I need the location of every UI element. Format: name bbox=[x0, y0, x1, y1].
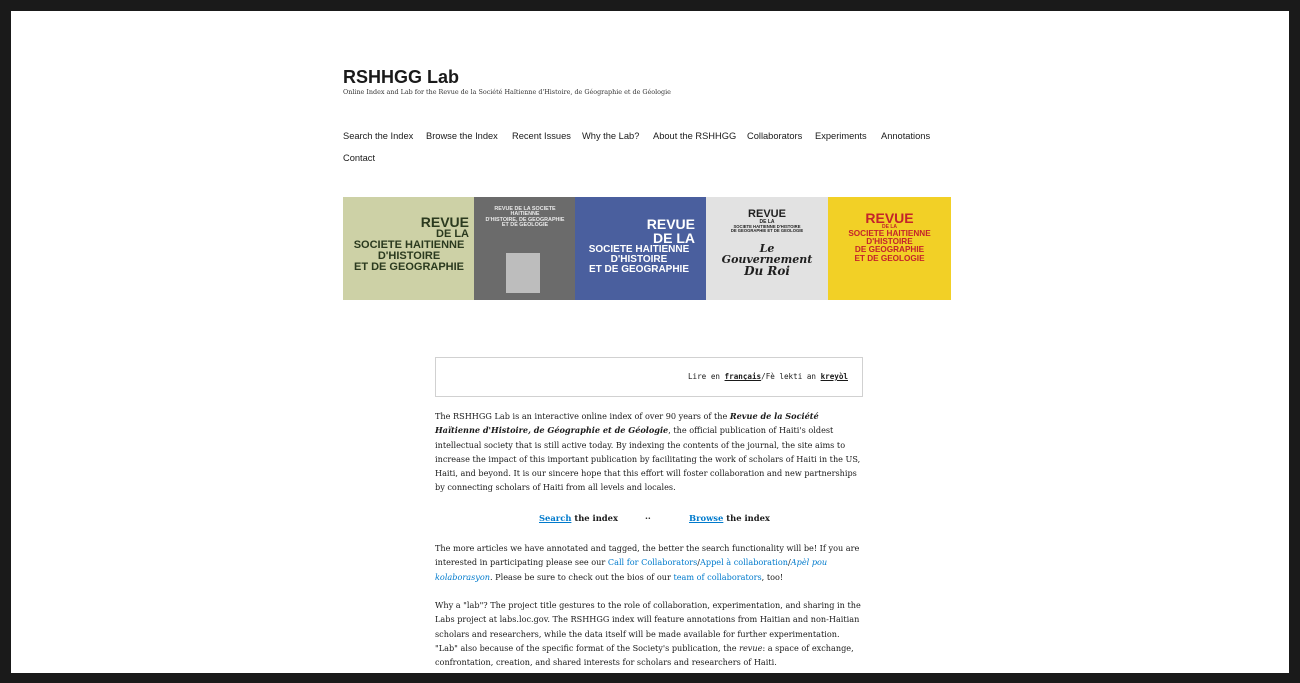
search-index-action: Search the index bbox=[539, 513, 618, 523]
nav-contact[interactable]: Contact bbox=[343, 152, 375, 164]
cover-1-line: ET DE GEOGRAPHIE bbox=[353, 261, 465, 273]
language-separator: /Fè lekti an bbox=[761, 372, 821, 381]
journal-cover-2: REVUE DE LA SOCIETE HAITIENNE D'HISTOIRE… bbox=[474, 197, 575, 300]
appel-a-collaboration-link[interactable]: Appel à collaboration bbox=[700, 557, 788, 567]
cover-3-line: ET DE GEOGRAPHIE bbox=[588, 264, 689, 275]
collab-text-3: , too! bbox=[761, 571, 784, 582]
cover-1-title: REVUE bbox=[420, 214, 469, 230]
team-of-collaborators-link[interactable]: team of collaborators bbox=[673, 572, 761, 582]
call-for-collaborators-link[interactable]: Call for Collaborators bbox=[608, 557, 697, 567]
intro-lead: The RSHHGG Lab is an interactive online … bbox=[435, 411, 730, 421]
cover-5-line: ET DE GEOLOGIE bbox=[854, 253, 925, 263]
collaborators-paragraph: The more articles we have annotated and … bbox=[435, 541, 863, 584]
kreyol-link[interactable]: kreyòl bbox=[821, 372, 848, 381]
site-description: Online Index and Lab for the Revue de la… bbox=[343, 88, 671, 96]
browse-link[interactable]: Browse bbox=[689, 513, 723, 523]
why-lab-paragraph: Why a "lab"? The project title gestures … bbox=[435, 598, 863, 669]
nav-why-the-lab[interactable]: Why the Lab? bbox=[582, 130, 639, 142]
why-revue-word: revue bbox=[739, 642, 763, 653]
nav-collaborators[interactable]: Collaborators bbox=[747, 130, 802, 142]
nav-recent-issues[interactable]: Recent Issues bbox=[512, 130, 571, 142]
cover-4-line: Du Roi bbox=[744, 264, 790, 279]
intro-body: , the official publication of Haiti's ol… bbox=[435, 425, 861, 493]
cover-3-title: REVUE bbox=[646, 216, 695, 232]
page: RSHHGG Lab Online Index and Lab for the … bbox=[11, 11, 1289, 673]
cover-4-line: Le Gouvernement bbox=[721, 242, 813, 267]
collab-text-2: . Please be sure to check out the bios o… bbox=[489, 571, 674, 582]
nav-annotations[interactable]: Annotations bbox=[881, 130, 930, 142]
french-link[interactable]: français bbox=[725, 372, 762, 381]
cover-5-title: REVUE bbox=[865, 210, 914, 226]
nav-browse-the-index[interactable]: Browse the Index bbox=[426, 130, 498, 142]
cover-2-line: ET DE GEOLOGIE bbox=[501, 222, 549, 229]
search-rest: the index bbox=[571, 513, 618, 523]
header-banner-image: REVUE DE LA SOCIETE HAITIENNE D'HISTOIRE… bbox=[343, 197, 951, 300]
cover-2-illustration bbox=[506, 253, 540, 293]
journal-cover-1: REVUE DE LA SOCIETE HAITIENNE D'HISTOIRE… bbox=[343, 197, 474, 300]
nav-about-the-rshhgg[interactable]: About the RSHHGG bbox=[653, 130, 736, 142]
journal-cover-3: REVUE DE LA SOCIETE HAITIENNE D'HISTOIRE… bbox=[575, 197, 706, 300]
language-prefix: Lire en bbox=[687, 372, 725, 381]
browse-index-action: Browse the index bbox=[689, 513, 770, 523]
search-link[interactable]: Search bbox=[539, 513, 571, 523]
action-separator: ·· bbox=[645, 513, 651, 523]
browse-rest: the index bbox=[723, 513, 770, 523]
language-switcher-box: Lire en français/Fè lekti an kreyòl bbox=[435, 357, 863, 397]
journal-cover-5: REVUE DE LA SOCIETE HAITIENNE D'HISTOIRE… bbox=[828, 197, 951, 300]
site-title-link[interactable]: RSHHGG Lab bbox=[343, 66, 459, 88]
intro-paragraph: The RSHHGG Lab is an interactive online … bbox=[435, 409, 863, 495]
nav-search-the-index[interactable]: Search the Index bbox=[343, 130, 413, 142]
cover-4-line: DE GEOGRAPHIE ET DE GEOLOGIE bbox=[730, 228, 804, 234]
nav-experiments[interactable]: Experiments bbox=[815, 130, 867, 142]
journal-cover-4: REVUE DE LA SOCIETE HAITIENNE D'HISTOIRE… bbox=[706, 197, 828, 300]
cover-3-line: DE LA bbox=[653, 230, 695, 246]
language-switcher: Lire en français/Fè lekti an kreyòl bbox=[688, 372, 848, 381]
